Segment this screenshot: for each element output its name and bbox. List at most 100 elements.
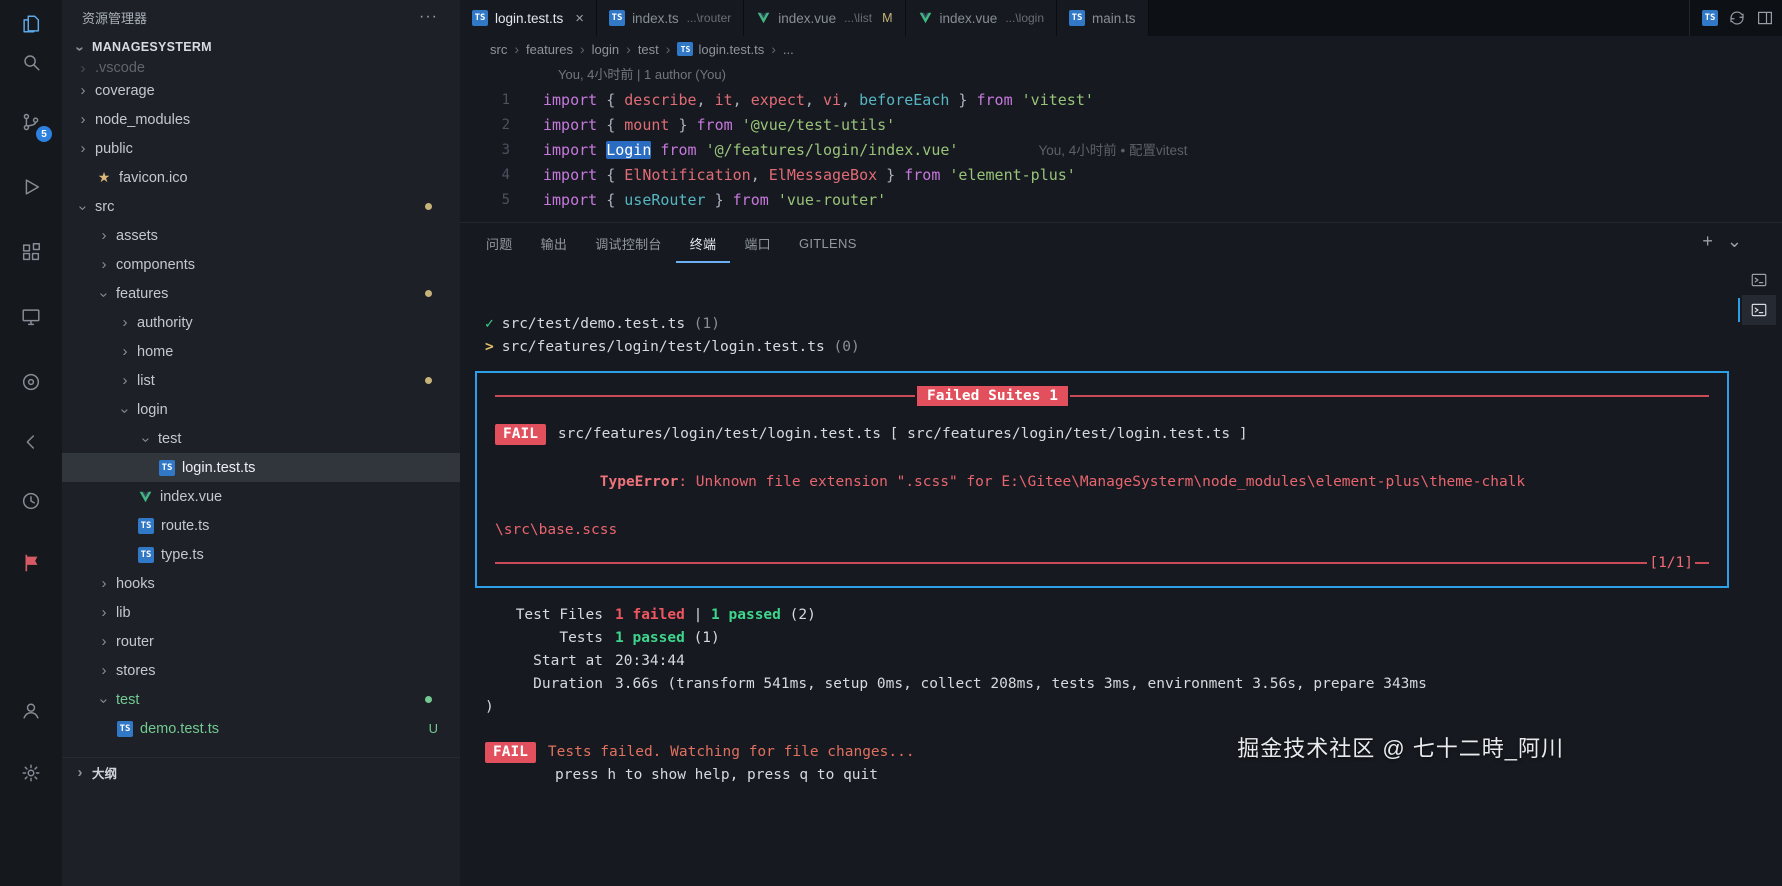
settings-gear-icon — [20, 762, 42, 789]
terminal-dropdown-icon[interactable]: ⌄ — [1727, 231, 1742, 252]
typescript-icon: TS — [138, 547, 154, 563]
tree-item-label: lib — [116, 605, 131, 621]
tree-item-features[interactable]: ›features — [62, 279, 460, 308]
summary-row-test-files: Test Files1 failed | 1 passed (2) — [485, 604, 1782, 627]
close-icon[interactable]: × — [575, 10, 584, 27]
tree-item-index.vue[interactable]: index.vue — [62, 482, 460, 511]
editor-tab-main.ts[interactable]: TSmain.ts — [1057, 0, 1149, 36]
chevron-right-icon: › — [75, 61, 91, 76]
panel-tab-端口[interactable]: 端口 — [730, 223, 785, 263]
source-control-button[interactable]: 5 — [0, 102, 62, 146]
watch-help-line: press h to show help, press q to quit — [485, 764, 1782, 787]
editor-tab-login.test.ts[interactable]: TSlogin.test.ts× — [460, 0, 597, 36]
tree-item-coverage[interactable]: ›coverage — [62, 76, 460, 105]
line-number: 2 — [460, 113, 510, 138]
watch-fail-line: FAIL Tests failed. Watching for file cha… — [485, 741, 1782, 764]
project-section-header[interactable]: › MANAGESYSTERM — [62, 34, 460, 60]
code-line-4[interactable]: 4import { ElNotification, ElMessageBox }… — [460, 163, 1782, 188]
code-line-5[interactable]: 5import { useRouter } from 'vue-router' — [460, 188, 1782, 213]
tree-item-label: test — [116, 692, 139, 708]
check-icon: ✓ — [485, 316, 494, 332]
new-terminal-button[interactable]: + — [1702, 231, 1713, 252]
tab-path-detail: ...\router — [687, 11, 732, 25]
panel-tab-输出[interactable]: 输出 — [527, 223, 582, 263]
tree-item-test[interactable]: ›test — [62, 424, 460, 453]
tree-item-home[interactable]: ›home — [62, 337, 460, 366]
breadcrumb-item-...[interactable]: ... — [783, 42, 794, 57]
record-icon — [20, 371, 42, 398]
tree-item-login.test.ts[interactable]: TSlogin.test.ts — [62, 453, 460, 482]
tree-item-public[interactable]: ›public — [62, 134, 460, 163]
typescript-icon: TS — [1069, 10, 1085, 26]
panel-tab-GITLENS[interactable]: GITLENS — [785, 223, 871, 263]
code-editor[interactable]: You, 4小时前 | 1 author (You) 1import { des… — [460, 62, 1782, 222]
tree-item-list[interactable]: › list — [62, 366, 460, 395]
gitlens-icon — [20, 431, 42, 458]
tree-item-label: stores — [116, 663, 156, 679]
project-name: MANAGESYSTERM — [92, 40, 212, 54]
tree-item-src[interactable]: ›src — [62, 192, 460, 221]
tree-item-label: list — [137, 373, 155, 389]
settings-gear-button[interactable] — [0, 753, 62, 797]
tree-item-test[interactable]: ›test — [62, 685, 460, 714]
history-button[interactable] — [0, 481, 62, 525]
remote-explorer-button[interactable] — [0, 297, 62, 341]
sync-icon[interactable] — [1728, 9, 1746, 27]
tree-item-stores[interactable]: ›stores — [62, 656, 460, 685]
extensions-button[interactable] — [0, 232, 62, 276]
panel-tab-问题[interactable]: 问题 — [472, 223, 527, 263]
activity-bar: 5 — [0, 0, 62, 886]
terminal-instance-icon-active[interactable] — [1742, 295, 1776, 325]
breadcrumb-item-features[interactable]: features — [526, 42, 573, 57]
code-line-2[interactable]: 2import { mount } from '@vue/test-utils' — [460, 113, 1782, 138]
breadcrumb-separator: › — [580, 41, 585, 57]
breadcrumb-separator: › — [626, 41, 631, 57]
tree-item-hooks[interactable]: ›hooks — [62, 569, 460, 598]
failed-suites-counter-rule: [1/1] — [495, 554, 1709, 572]
gitlens-button[interactable] — [0, 422, 62, 466]
breadcrumb-item-login.test.ts[interactable]: TSlogin.test.ts — [677, 42, 764, 57]
tree-item-login[interactable]: ›login — [62, 395, 460, 424]
breadcrumb-item-src[interactable]: src — [490, 42, 507, 57]
panel-tab-终端[interactable]: 终端 — [676, 223, 731, 263]
tab-label: index.vue — [940, 11, 998, 26]
editor-tab-index.vue[interactable]: index.vue...\login — [906, 0, 1058, 36]
tree-item-label: features — [116, 286, 168, 302]
chevron-right-icon: › — [117, 373, 133, 388]
tree-item-assets[interactable]: ›assets — [62, 221, 460, 250]
tree-item-node-modules[interactable]: ›node_modules — [62, 105, 460, 134]
tree-item-type.ts[interactable]: TS type.ts — [62, 540, 460, 569]
tree-item-authority[interactable]: ›authority — [62, 308, 460, 337]
editor-tab-index.vue[interactable]: index.vue...\listM — [744, 0, 905, 36]
vue-icon — [756, 11, 771, 25]
tree-item-label: type.ts — [161, 547, 204, 563]
breadcrumb-item-login[interactable]: login — [592, 42, 619, 57]
tree-item-lib[interactable]: ›lib — [62, 598, 460, 627]
chevron-right-icon: › — [96, 576, 112, 591]
tree-item-demo.test.ts[interactable]: TSdemo.test.tsU — [62, 714, 460, 743]
tree-item-components[interactable]: ›components — [62, 250, 460, 279]
tree-item-router[interactable]: ›router — [62, 627, 460, 656]
test-pass-line: ✓src/test/demo.test.ts (1) — [485, 313, 1782, 336]
code-line-1[interactable]: 1import { describe, it, expect, vi, befo… — [460, 88, 1782, 113]
record-button[interactable] — [0, 362, 62, 406]
search-button[interactable] — [0, 42, 62, 86]
gitlens-inline-blame: You, 4小时前 • 配置vitest — [1038, 138, 1187, 163]
breadcrumb-item-test[interactable]: test — [638, 42, 659, 57]
panel-tab-调试控制台[interactable]: 调试控制台 — [581, 223, 676, 263]
split-editor-icon[interactable] — [1756, 9, 1774, 27]
tree-item-.vscode[interactable]: ›.vscode — [62, 60, 460, 76]
editor-tab-index.ts[interactable]: TSindex.ts...\router — [597, 0, 744, 36]
flag-button[interactable] — [0, 543, 62, 587]
close-paren-line: ) — [485, 696, 1782, 719]
run-debug-button[interactable] — [0, 167, 62, 211]
outline-section-header[interactable]: › 大纲 — [62, 757, 460, 787]
terminal-output[interactable]: ✓src/test/demo.test.ts (1) >src/features… — [460, 263, 1782, 787]
account-button[interactable] — [0, 690, 62, 734]
code-line-3[interactable]: 3import Login from '@/features/login/ind… — [460, 138, 1782, 163]
error-message-line: TypeError: Unknown file extension ".scss… — [495, 448, 1709, 517]
tree-item-route.ts[interactable]: TSroute.ts — [62, 511, 460, 540]
tree-item-favicon.ico[interactable]: ★favicon.ico — [62, 163, 460, 192]
terminal-instance-icon[interactable] — [1742, 265, 1776, 295]
more-actions-icon[interactable]: ··· — [419, 8, 438, 26]
